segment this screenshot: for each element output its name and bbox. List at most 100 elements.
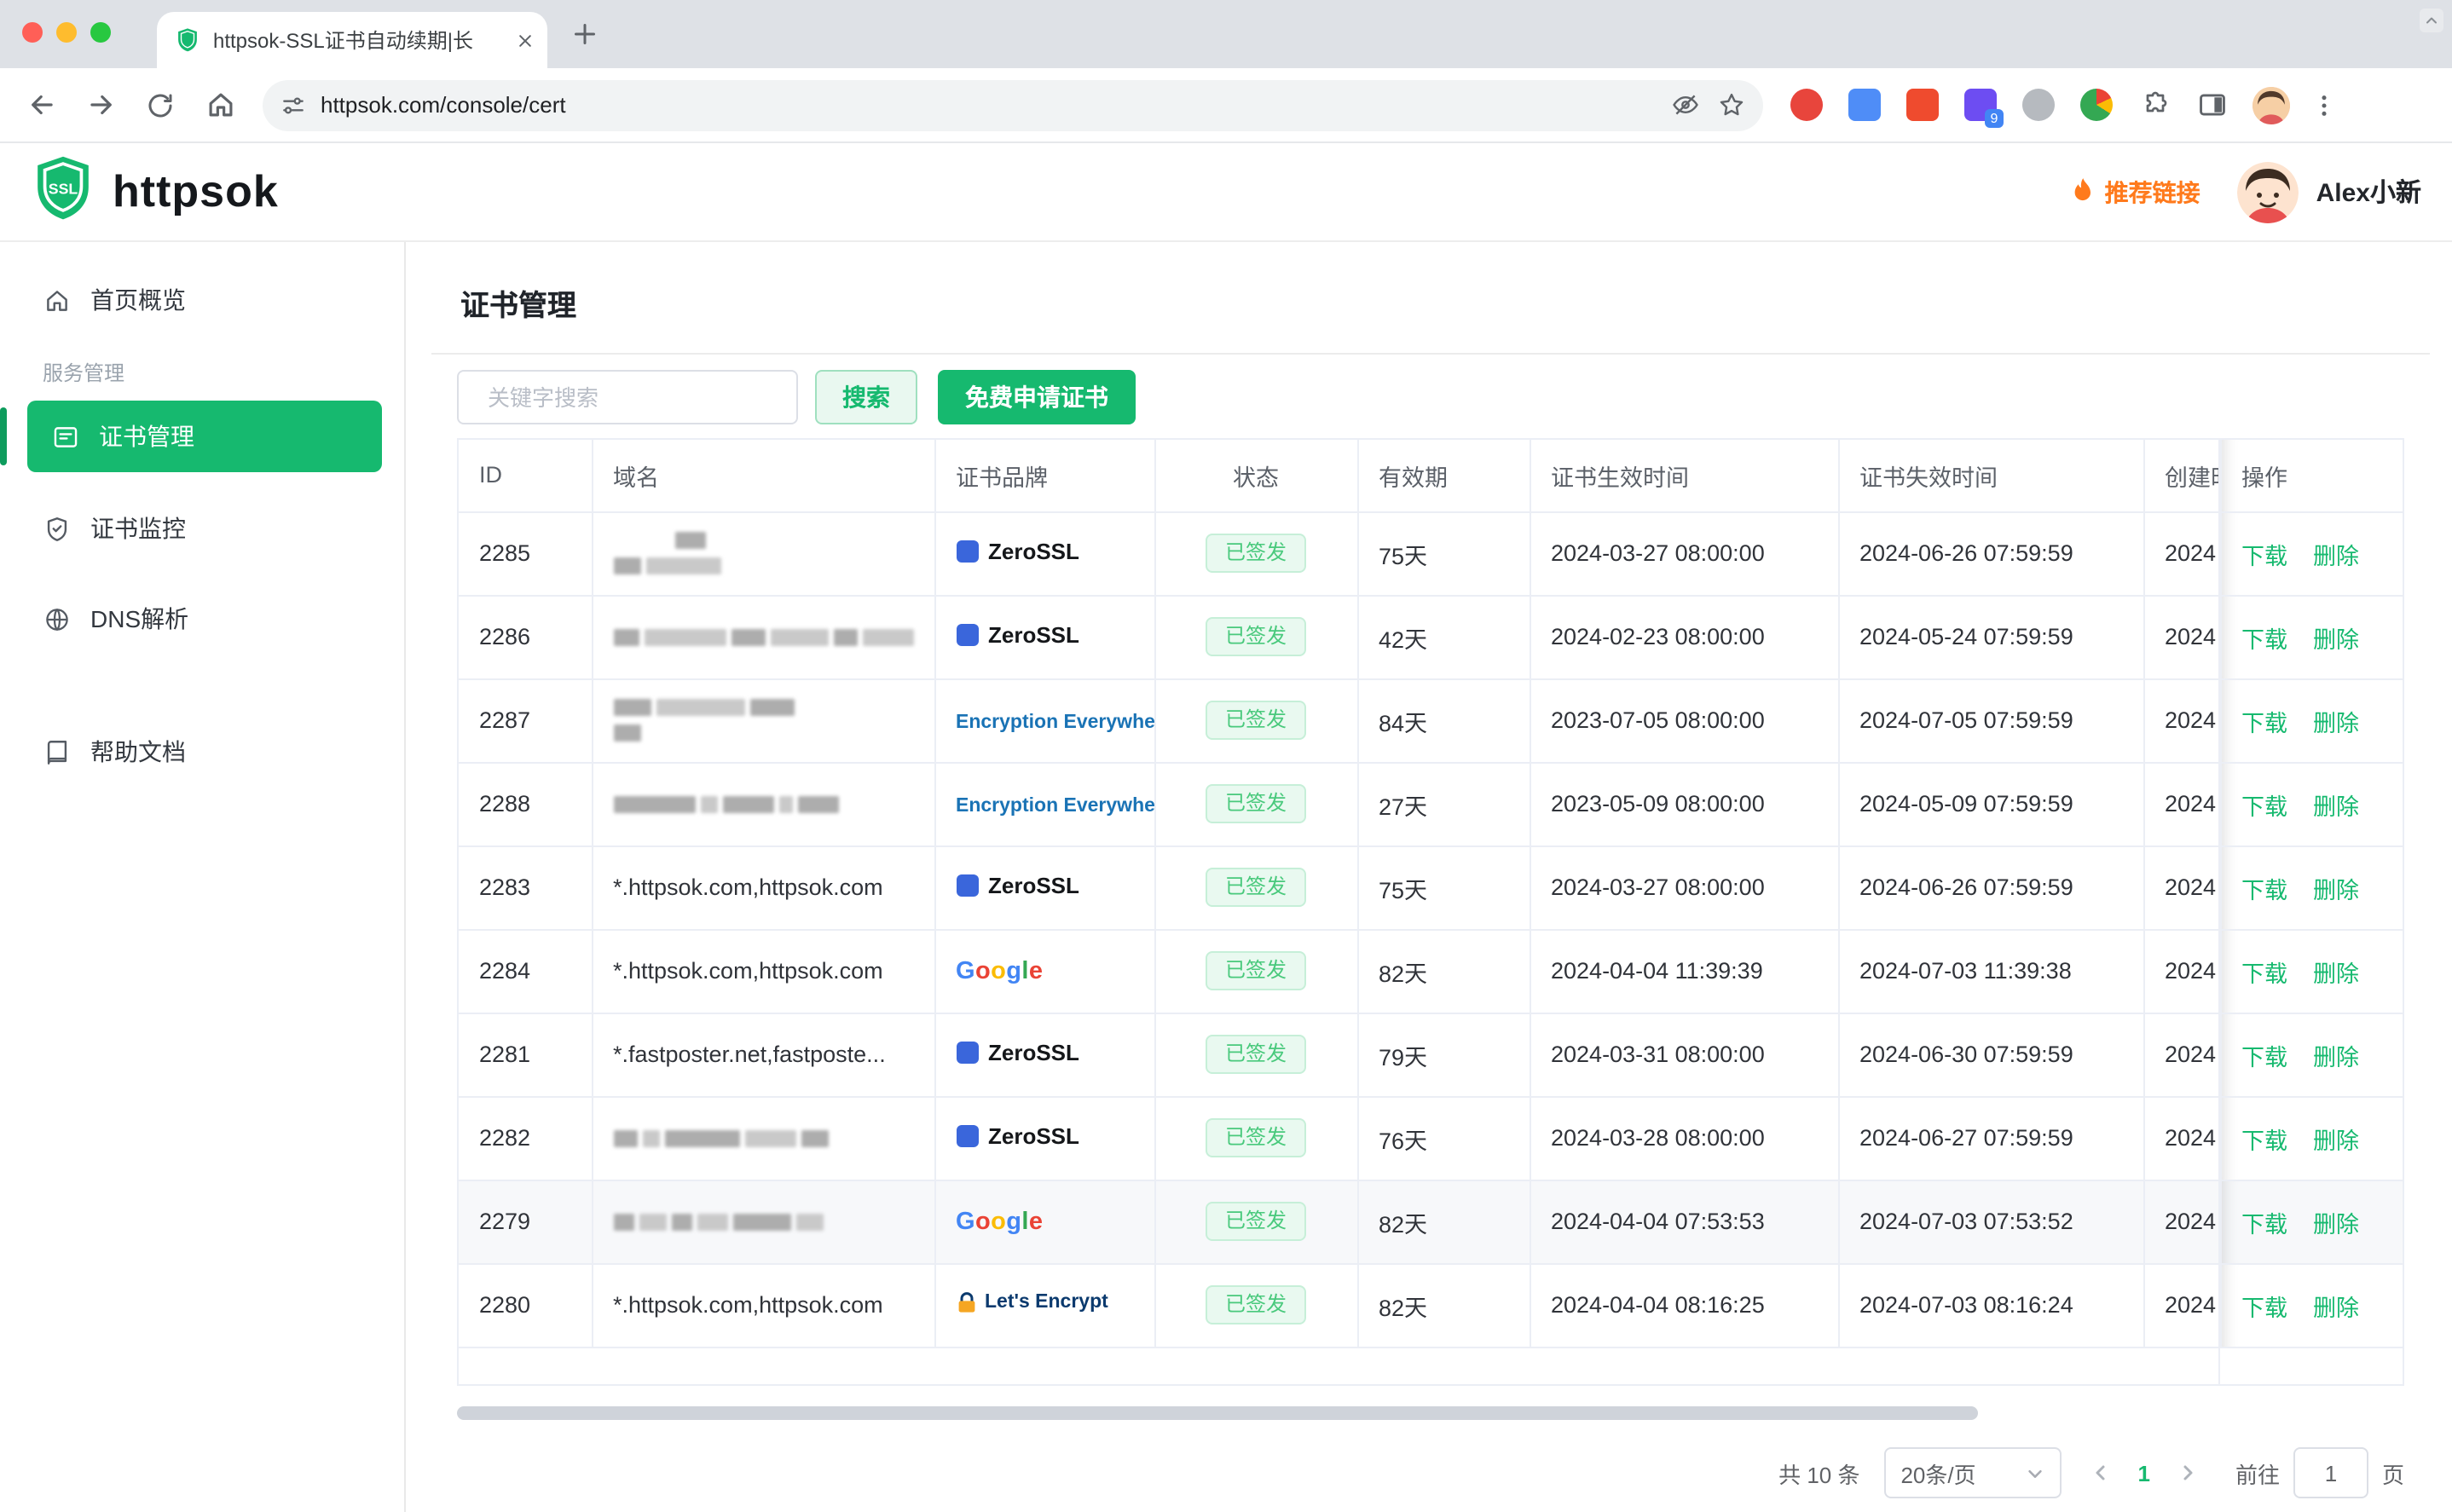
download-link[interactable]: 下载	[2241, 1044, 2287, 1070]
sidebar-item-docs[interactable]: 帮助文档	[0, 718, 404, 786]
goto-page-input[interactable]	[2293, 1447, 2368, 1498]
colored-extension-icon[interactable]	[2080, 89, 2113, 121]
search-box[interactable]	[457, 370, 798, 424]
home-button[interactable]	[193, 78, 247, 132]
minimize-window-button[interactable]	[56, 22, 77, 43]
search-input[interactable]	[488, 384, 788, 410]
cell-valid-to: 2024-05-24 07:59:59	[1838, 595, 2144, 679]
download-link[interactable]: 下载	[2241, 961, 2287, 986]
delete-link[interactable]: 删除	[2313, 1211, 2359, 1237]
encryption-everywhere-logo: Encryption Everywhere™	[956, 713, 1154, 733]
redacted-domain	[613, 1213, 913, 1230]
extensions-row: 9	[1790, 89, 2229, 128]
cell-valid-to: 2024-06-30 07:59:59	[1838, 1013, 2144, 1097]
horizontal-scrollbar-thumb[interactable]	[457, 1406, 1978, 1420]
table-row: 2284 *.httpsok.com,httpsok.com Google 已签…	[459, 929, 2403, 1013]
cell-days: 42天	[1357, 595, 1530, 679]
browser-profile-avatar[interactable]	[2252, 86, 2290, 124]
cell-id: 2288	[459, 762, 593, 846]
redacted-domain	[613, 795, 913, 812]
cell-brand: Google	[934, 929, 1155, 1013]
svg-text:SSL: SSL	[49, 180, 78, 197]
orange-extension-icon[interactable]	[1906, 89, 1939, 121]
cell-created: 2024	[2143, 1180, 2221, 1264]
delete-link[interactable]: 删除	[2313, 710, 2359, 736]
delete-link[interactable]: 删除	[2313, 961, 2359, 986]
address-bar[interactable]: httpsok.com/console/cert	[263, 79, 1763, 130]
username-text[interactable]: Alex小新	[2316, 174, 2421, 210]
sidebar-item-dns[interactable]: DNS解析	[0, 585, 404, 653]
browser-menu-kebab-icon[interactable]	[2297, 78, 2351, 132]
download-link[interactable]: 下载	[2241, 710, 2287, 736]
browser-tab[interactable]: httpsok-SSL证书自动续期|长	[157, 12, 547, 68]
zerossl-logo: ZeroSSL	[956, 539, 1079, 564]
brand-name: httpsok	[113, 165, 279, 216]
adblock-extension-icon[interactable]	[1790, 89, 1823, 121]
cell-valid-from: 2023-05-09 08:00:00	[1530, 762, 1839, 846]
cell-days: 79天	[1357, 1013, 1530, 1097]
download-link[interactable]: 下载	[2241, 1211, 2287, 1237]
cell-valid-from: 2023-07-05 08:00:00	[1530, 678, 1839, 763]
page-size-select[interactable]: 20条/页	[1883, 1447, 2062, 1498]
cell-valid-to: 2024-07-03 11:39:38	[1838, 929, 2144, 1013]
back-button[interactable]	[14, 78, 68, 132]
status-badge: 已签发	[1206, 1285, 1305, 1324]
reload-button[interactable]	[133, 78, 188, 132]
site-settings-icon[interactable]	[280, 91, 307, 118]
purple-extension-icon[interactable]: 9	[1964, 89, 2004, 128]
gray-extension-icon[interactable]	[2022, 89, 2055, 121]
delete-link[interactable]: 删除	[2313, 1044, 2359, 1070]
next-page-button[interactable]	[2177, 1463, 2198, 1483]
sidebar-item-overview[interactable]: 首页概览	[0, 266, 404, 334]
split-view-icon[interactable]	[2196, 89, 2229, 121]
cell-created: 2024	[2143, 845, 2221, 930]
current-page[interactable]: 1	[2137, 1460, 2149, 1486]
delete-link[interactable]: 删除	[2313, 543, 2359, 568]
apply-cert-button[interactable]: 免费申请证书	[938, 370, 1136, 424]
referral-link[interactable]: 推荐链接	[2071, 175, 2200, 209]
cell-domain: *.fastposter.net,fastposte...	[592, 1013, 935, 1097]
cell-brand: Google	[934, 1180, 1155, 1264]
delete-link[interactable]: 删除	[2313, 1295, 2359, 1320]
browser-toolbar: httpsok.com/console/cert 9	[0, 68, 2452, 143]
chevron-down-icon	[2027, 1469, 2042, 1477]
zerossl-logo: ZeroSSL	[956, 873, 1079, 898]
tab-close-icon[interactable]	[517, 32, 534, 49]
download-link[interactable]: 下载	[2241, 1128, 2287, 1153]
new-tab-button[interactable]	[570, 19, 600, 49]
prev-page-button[interactable]	[2090, 1463, 2110, 1483]
col-created: 创建时间	[2143, 440, 2221, 512]
delete-link[interactable]: 删除	[2313, 794, 2359, 819]
cell-valid-from: 2024-03-28 08:00:00	[1530, 1096, 1839, 1180]
translate-extension-icon[interactable]	[1848, 89, 1881, 121]
download-link[interactable]: 下载	[2241, 877, 2287, 903]
sidebar-item-cert-management[interactable]: 证书管理	[0, 401, 382, 472]
delete-link[interactable]: 删除	[2313, 626, 2359, 652]
cell-status: 已签发	[1154, 1180, 1358, 1264]
cell-domain	[592, 678, 935, 763]
delete-link[interactable]: 删除	[2313, 877, 2359, 903]
forward-button[interactable]	[73, 78, 128, 132]
col-brand: 证书品牌	[934, 440, 1155, 512]
cell-created: 2024	[2143, 595, 2221, 679]
cell-days: 75天	[1357, 511, 1530, 596]
zoom-window-button[interactable]	[90, 22, 111, 43]
delete-link[interactable]: 删除	[2313, 1128, 2359, 1153]
eye-off-icon[interactable]	[1671, 90, 1700, 119]
download-link[interactable]: 下载	[2241, 543, 2287, 568]
cert-table: ID 域名 证书品牌 状态 有效期 证书生效时间 证书失效时间 创建时间 操作	[457, 438, 2404, 1386]
scrollbar-up-icon[interactable]	[2420, 9, 2443, 32]
download-link[interactable]: 下载	[2241, 794, 2287, 819]
cell-ops: 下载 删除	[2220, 1263, 2403, 1348]
download-link[interactable]: 下载	[2241, 626, 2287, 652]
bookmark-star-icon[interactable]	[1717, 90, 1746, 119]
col-status: 状态	[1154, 440, 1358, 512]
close-window-button[interactable]	[22, 22, 43, 43]
sidebar-item-cert-monitor[interactable]: 证书监控	[0, 494, 404, 563]
user-avatar[interactable]	[2237, 161, 2299, 222]
cell-ops: 下载 删除	[2220, 595, 2403, 679]
col-valid-from: 证书生效时间	[1530, 440, 1839, 512]
download-link[interactable]: 下载	[2241, 1295, 2287, 1320]
search-button[interactable]: 搜索	[815, 370, 917, 424]
extensions-puzzle-icon[interactable]	[2138, 89, 2171, 121]
